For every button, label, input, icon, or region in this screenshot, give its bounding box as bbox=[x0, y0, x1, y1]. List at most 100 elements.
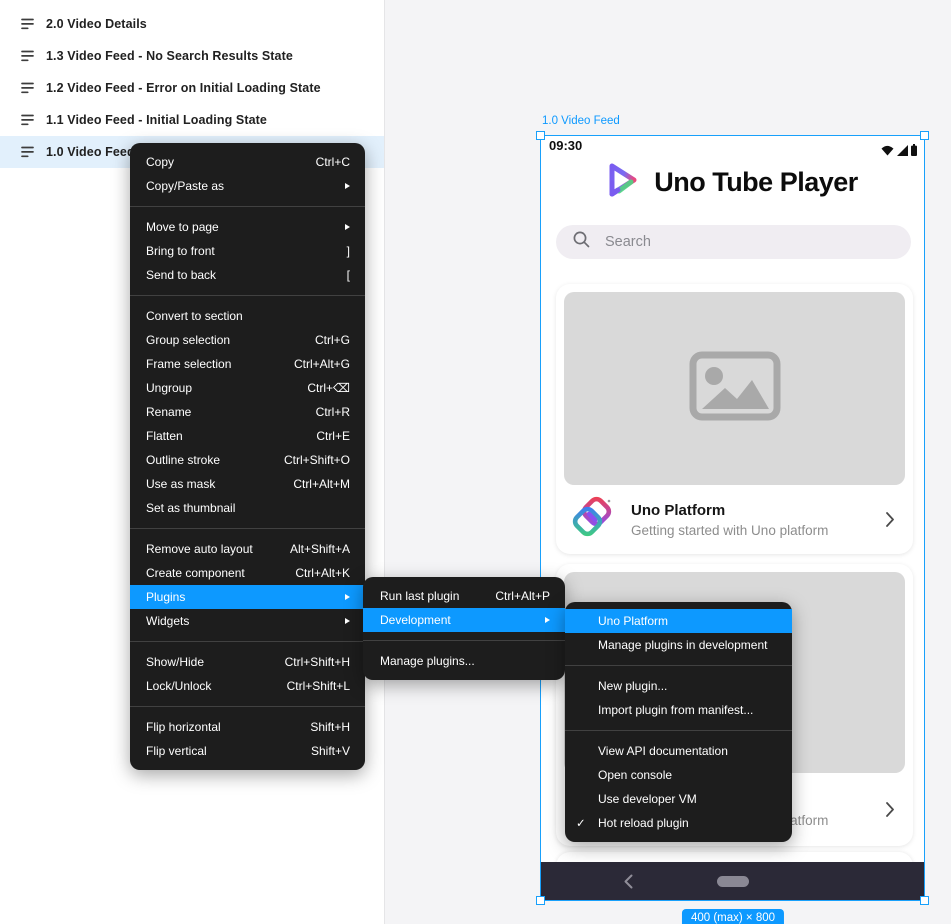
menu-item-run-last-plugin[interactable]: Run last pluginCtrl+Alt+P bbox=[363, 584, 565, 608]
selection-handle-top-left[interactable] bbox=[536, 131, 545, 140]
menu-separator bbox=[130, 295, 365, 296]
back-chevron-icon[interactable] bbox=[624, 874, 633, 889]
menu-item-remove-auto-layout[interactable]: Remove auto layoutAlt+Shift+A bbox=[130, 537, 365, 561]
menu-item-label: Lock/Unlock bbox=[146, 679, 211, 693]
menu-item-label: Manage plugins in development bbox=[598, 638, 767, 652]
video-title: Uno Platform bbox=[631, 502, 828, 519]
menu-item-lock-unlock[interactable]: Lock/Unlock Ctrl+Shift+L bbox=[130, 674, 365, 698]
menu-item-use-as-mask[interactable]: Use as mask Ctrl+Alt+M bbox=[130, 472, 365, 496]
sidebar-item-1-3-video-feed-no-search-results-state[interactable]: 1.3 Video Feed - No Search Results State bbox=[0, 40, 384, 72]
menu-item-label: Flatten bbox=[146, 429, 183, 443]
frame-list-icon bbox=[21, 18, 34, 30]
menu-item-outline-stroke[interactable]: Outline stroke Ctrl+Shift+O bbox=[130, 448, 365, 472]
home-indicator[interactable] bbox=[717, 876, 749, 887]
menu-separator bbox=[130, 706, 365, 707]
menu-item-view-api-documentation[interactable]: View API documentation bbox=[565, 739, 792, 763]
menu-item-label: Set as thumbnail bbox=[146, 501, 235, 515]
menu-item-label: Plugins bbox=[146, 590, 185, 604]
sidebar-item-label: 1.0 Video Feed bbox=[46, 145, 135, 159]
menu-item-frame-selection[interactable]: Frame selection Ctrl+Alt+G bbox=[130, 352, 365, 376]
menu-item-set-as-thumbnail[interactable]: Set as thumbnail bbox=[130, 496, 365, 520]
menu-item-copy[interactable]: CopyCtrl+C bbox=[130, 150, 365, 174]
menu-item-shortcut: Ctrl+Shift+L bbox=[261, 679, 350, 693]
frame-title-label[interactable]: 1.0 Video Feed bbox=[542, 115, 620, 127]
menu-item-flip-vertical[interactable]: Flip verticalShift+V bbox=[130, 739, 365, 763]
menu-item-send-to-back[interactable]: Send to back[ bbox=[130, 263, 365, 287]
selection-handle-bottom-left[interactable] bbox=[536, 896, 545, 905]
menu-separator bbox=[363, 640, 565, 641]
menu-item-label: Manage plugins... bbox=[380, 654, 475, 668]
search-placeholder: Search bbox=[605, 234, 651, 250]
menu-item-shortcut: ] bbox=[321, 244, 350, 258]
play-logo-icon bbox=[607, 161, 639, 204]
menu-item-group-selection[interactable]: Group selectionCtrl+G bbox=[130, 328, 365, 352]
menu-item-manage-plugins-in-development[interactable]: Manage plugins in development bbox=[565, 633, 792, 657]
menu-item-label: Group selection bbox=[146, 333, 230, 347]
menu-item-uno-platform[interactable]: Uno Platform bbox=[565, 609, 792, 633]
menu-item-shortcut: Ctrl+E bbox=[290, 429, 350, 443]
menu-item-shortcut: Ctrl+Alt+M bbox=[267, 477, 350, 491]
menu-item-flatten[interactable]: Flatten Ctrl+E bbox=[130, 424, 365, 448]
menu-item-show-hide[interactable]: Show/HideCtrl+Shift+H bbox=[130, 650, 365, 674]
sidebar-item-1-2-video-feed-error-on-initial-loading-state[interactable]: 1.2 Video Feed - Error on Initial Loadin… bbox=[0, 72, 384, 104]
menu-item-use-developer-vm[interactable]: Use developer VM bbox=[565, 787, 792, 811]
sidebar-item-1-1-video-feed-initial-loading-state[interactable]: 1.1 Video Feed - Initial Loading State bbox=[0, 104, 384, 136]
menu-item-create-component[interactable]: Create componentCtrl+Alt+K bbox=[130, 561, 365, 585]
menu-item-open-console[interactable]: Open console bbox=[565, 763, 792, 787]
selection-handle-bottom-right[interactable] bbox=[920, 896, 929, 905]
menu-item-hot-reload-plugin[interactable]: ✓ Hot reload plugin bbox=[565, 811, 792, 835]
menu-item-shortcut: Ctrl+⌫ bbox=[281, 381, 350, 395]
menu-item-label: Remove auto layout bbox=[146, 542, 253, 556]
menu-item-copy-paste-as[interactable]: Copy/Paste as bbox=[130, 174, 365, 198]
menu-item-label: Copy bbox=[146, 155, 174, 169]
plugins-submenu: Run last pluginCtrl+Alt+P Development Mana… bbox=[363, 577, 565, 680]
video-thumbnail-placeholder bbox=[564, 292, 905, 485]
menu-item-label: Use as mask bbox=[146, 477, 215, 491]
submenu-arrow-icon bbox=[345, 594, 350, 600]
app-header[interactable]: Uno Tube Player bbox=[541, 157, 924, 207]
menu-item-bring-to-front[interactable]: Bring to front] bbox=[130, 239, 365, 263]
menu-item-manage-plugins[interactable]: Manage plugins... bbox=[363, 649, 565, 673]
sidebar-item-2-0-video-details[interactable]: 2.0 Video Details bbox=[0, 8, 384, 40]
menu-item-ungroup[interactable]: UngroupCtrl+⌫ bbox=[130, 376, 365, 400]
chevron-right-icon bbox=[885, 511, 895, 528]
menu-item-shortcut: Ctrl+Shift+O bbox=[258, 453, 350, 467]
menu-item-label: Frame selection bbox=[146, 357, 231, 371]
video-subtitle: Getting started with Uno platform bbox=[631, 523, 828, 538]
video-list-row[interactable]: Uno Platform Getting started with Uno pl… bbox=[556, 485, 913, 554]
app-title: Uno Tube Player bbox=[654, 167, 858, 198]
menu-item-rename[interactable]: RenameCtrl+R bbox=[130, 400, 365, 424]
menu-item-label: View API documentation bbox=[598, 744, 728, 758]
checkmark-icon: ✓ bbox=[576, 816, 586, 830]
context-menu: CopyCtrl+CCopy/Paste asMove to pageBring… bbox=[130, 143, 365, 770]
menu-item-plugins[interactable]: Plugins bbox=[130, 585, 365, 609]
menu-item-new-plugin[interactable]: New plugin... bbox=[565, 674, 792, 698]
menu-item-move-to-page[interactable]: Move to page bbox=[130, 215, 365, 239]
menu-item-shortcut: Ctrl+Alt+G bbox=[268, 357, 350, 371]
menu-item-label: Outline stroke bbox=[146, 453, 220, 467]
frame-list-icon bbox=[21, 146, 34, 158]
submenu-arrow-icon bbox=[345, 618, 350, 624]
sidebar-item-label: 1.3 Video Feed - No Search Results State bbox=[46, 49, 293, 63]
search-input[interactable]: Search bbox=[556, 225, 911, 259]
menu-item-convert-to-section[interactable]: Convert to section bbox=[130, 304, 365, 328]
menu-item-label: Convert to section bbox=[146, 309, 243, 323]
menu-item-label: Bring to front bbox=[146, 244, 215, 258]
menu-item-label: Use developer VM bbox=[598, 792, 697, 806]
submenu-arrow-icon bbox=[345, 183, 350, 189]
menu-item-import-plugin-from-manifest[interactable]: Import plugin from manifest... bbox=[565, 698, 792, 722]
menu-item-widgets[interactable]: Widgets bbox=[130, 609, 365, 633]
menu-item-label: Send to back bbox=[146, 268, 216, 282]
menu-item-development[interactable]: Development bbox=[363, 608, 565, 632]
search-icon bbox=[572, 230, 591, 254]
menu-item-flip-horizontal[interactable]: Flip horizontalShift+H bbox=[130, 715, 365, 739]
menu-item-label: Development bbox=[380, 613, 451, 627]
video-card[interactable]: Uno Platform Getting started with Uno pl… bbox=[556, 284, 913, 554]
menu-item-shortcut: Ctrl+Alt+K bbox=[269, 566, 350, 580]
selection-handle-top-right[interactable] bbox=[920, 131, 929, 140]
menu-item-label: Run last plugin bbox=[380, 589, 459, 603]
submenu-arrow-icon bbox=[345, 224, 350, 230]
status-bar-time: 09:30 bbox=[549, 138, 582, 153]
android-nav-bar bbox=[541, 862, 924, 900]
menu-item-label: Hot reload plugin bbox=[598, 816, 689, 830]
